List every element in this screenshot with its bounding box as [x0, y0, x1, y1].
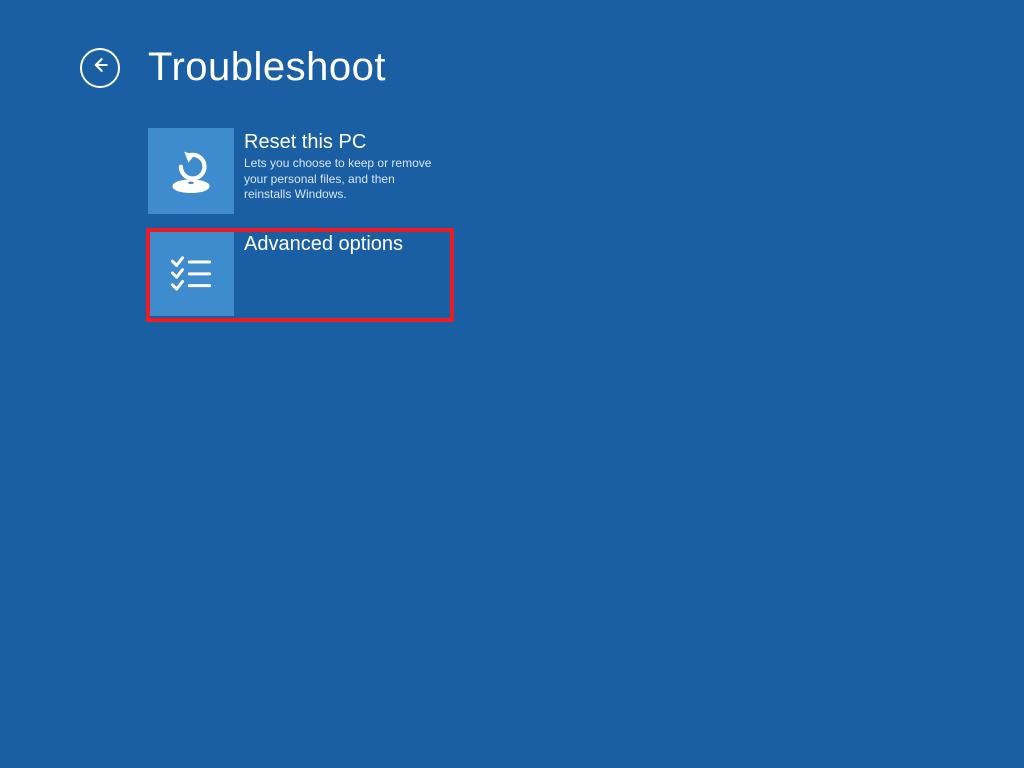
- tile-reset-this-pc[interactable]: Reset this PC Lets you choose to keep or…: [148, 128, 452, 218]
- tile-body: Reset this PC Lets you choose to keep or…: [234, 128, 452, 214]
- page-title: Troubleshoot: [148, 45, 386, 90]
- tile-description: Lets you choose to keep or remove your p…: [244, 156, 444, 203]
- tile-title: Reset this PC: [244, 130, 444, 154]
- page-header: Troubleshoot: [80, 45, 386, 90]
- checklist-icon: [148, 230, 234, 316]
- back-button[interactable]: [80, 48, 120, 88]
- option-tile-list: Reset this PC Lets you choose to keep or…: [148, 128, 452, 332]
- back-arrow-icon: [90, 55, 110, 80]
- tile-body: Advanced options: [234, 230, 452, 316]
- tile-advanced-options[interactable]: Advanced options: [148, 230, 452, 320]
- reset-icon: [148, 128, 234, 214]
- tile-title: Advanced options: [244, 232, 444, 256]
